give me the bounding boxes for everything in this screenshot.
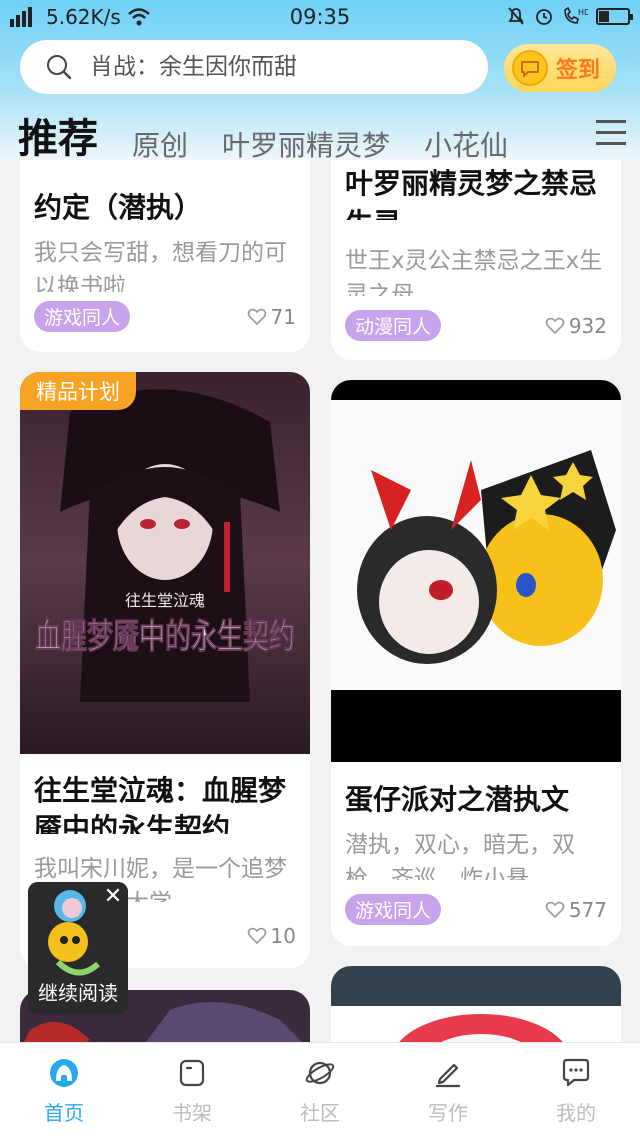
battery-level [599, 10, 609, 22]
search-input[interactable] [90, 54, 450, 80]
like-count: 577 [545, 898, 607, 922]
genre-tag: 游戏同人 [34, 301, 131, 332]
nav-label: 社区 [300, 1101, 340, 1125]
cover-title: 血腥梦魇中的永生契约 [35, 617, 295, 657]
like-count-value: 10 [270, 924, 296, 948]
book-title: 往生堂泣魂：血腥梦魇中的永生契约 [34, 774, 287, 834]
tab-original[interactable]: 原创 [132, 124, 188, 164]
search-bar[interactable] [20, 40, 488, 94]
nav-label: 首页 [44, 1101, 84, 1125]
book-title: 约定（潜执） [34, 191, 203, 224]
like-count: 71 [247, 305, 296, 329]
genre-tag: 游戏同人 [345, 894, 442, 925]
book-description: 我只会写甜，想看刀的可以换书啦 [34, 240, 287, 292]
nav-label: 书架 [172, 1101, 212, 1125]
tab-yeluoli[interactable]: 叶罗丽精灵梦 [222, 124, 390, 164]
featured-badge: 精品计划 [20, 372, 136, 410]
book-description: 潜执，双心，暗无，双枪，齐巡，炸小悬 [345, 832, 575, 880]
nav-home[interactable]: 首页 [0, 1043, 128, 1138]
planet-icon [305, 1061, 335, 1085]
continue-reading-label: 继续阅读 [38, 981, 118, 1005]
mute-bell-icon [508, 7, 524, 25]
category-menu-icon[interactable] [596, 120, 626, 148]
like-count: 10 [247, 924, 296, 948]
alarm-icon [536, 9, 552, 25]
book-card[interactable] [331, 966, 621, 1050]
hd-call-icon: HD [564, 6, 588, 24]
category-tabs: 推荐 原创 叶罗丽精灵梦 小花仙 [18, 104, 508, 164]
nav-bookshelf[interactable]: 书架 [128, 1043, 256, 1138]
bookshelf-icon [179, 1059, 205, 1087]
book-card[interactable]: 往生堂泣魂 血腥梦魇中的永生契约 精品计划 往生堂泣魂：血腥梦魇中的永生契约 我… [20, 372, 310, 968]
like-count-value: 577 [568, 898, 607, 922]
nav-community[interactable]: 社区 [256, 1043, 384, 1138]
cover-subtitle: 往生堂泣魂 [125, 591, 205, 610]
book-cover: 往生堂泣魂 血腥梦魇中的永生契约 [20, 372, 310, 754]
tab-xiaohuaxian[interactable]: 小花仙 [424, 124, 508, 164]
coin-icon [512, 50, 548, 86]
nav-label: 写作 [428, 1101, 468, 1125]
svg-text:HD: HD [578, 8, 588, 17]
pen-icon [435, 1063, 461, 1088]
search-icon [47, 55, 72, 80]
status-bar: 5.62K/s 09:35 HD [0, 0, 640, 34]
genre-tag: 动漫同人 [345, 310, 442, 341]
home-icon [50, 1059, 78, 1087]
heart-icon [247, 308, 266, 326]
book-title: 蛋仔派对之潜执文 [345, 783, 570, 816]
nav-mine[interactable]: 我的 [512, 1043, 640, 1138]
continue-reading-widget[interactable]: ✕ 继续阅读 [28, 882, 128, 1014]
like-count-value: 71 [270, 305, 296, 329]
book-title: 叶罗丽精灵梦之禁忌生灵 [345, 167, 598, 220]
signin-label: 签到 [556, 58, 601, 83]
status-right: HD [506, 6, 633, 26]
bottom-navigation: 首页 书架 社区 写作 我的 [0, 1042, 640, 1138]
book-cover [331, 380, 621, 762]
nav-write[interactable]: 写作 [384, 1043, 512, 1138]
book-card[interactable]: 叶罗丽精灵梦之禁忌生灵 世王x灵公主禁忌之王x生灵之母 动漫同人 932 [331, 160, 621, 360]
heart-icon [545, 901, 565, 919]
book-cover [331, 966, 621, 1050]
like-count: 932 [545, 314, 607, 338]
nav-label: 我的 [556, 1101, 596, 1125]
message-icon [562, 1058, 590, 1087]
book-card[interactable]: 蛋仔派对之潜执文 潜执，双心，暗无，双枪，齐巡，炸小悬 游戏同人 577 [331, 380, 621, 946]
book-card[interactable]: 约定（潜执） 我只会写甜，想看刀的可以换书啦 游戏同人 71 [20, 160, 310, 352]
signin-button[interactable]: 签到 [504, 44, 616, 92]
battery-icon [596, 7, 633, 25]
tab-recommend[interactable]: 推荐 [18, 106, 98, 164]
close-icon[interactable]: ✕ [102, 886, 124, 908]
heart-icon [545, 317, 565, 335]
heart-icon [247, 927, 266, 945]
book-description: 世王x灵公主禁忌之王x生灵之母 [345, 248, 603, 296]
like-count-value: 932 [568, 314, 607, 338]
